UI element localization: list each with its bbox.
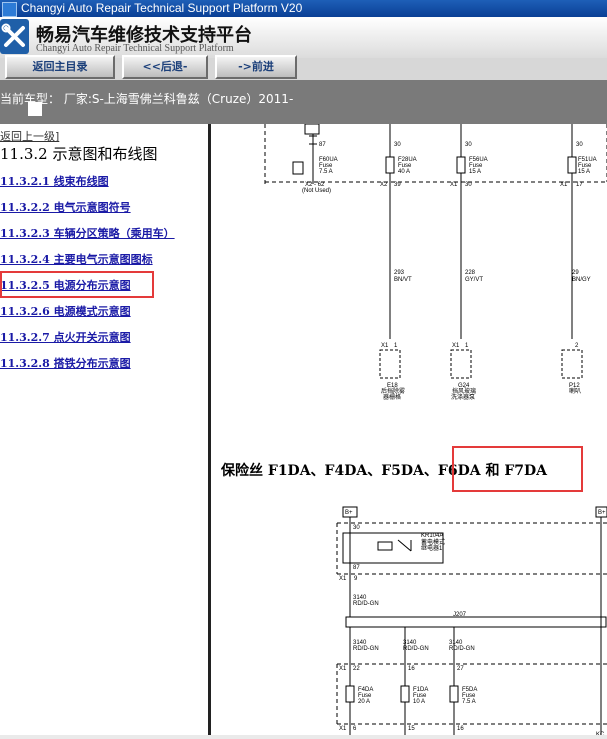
toolbar: 返回主目录 <<后退- ->前进	[0, 55, 607, 80]
svg-text:X1: X1	[339, 726, 347, 732]
svg-text:BN/GY: BN/GY	[572, 277, 591, 283]
svg-text:15 A: 15 A	[578, 169, 590, 175]
sidebar-item-ground[interactable]: 11.3.2.8 搭铁分布示意图	[0, 355, 131, 371]
svg-text:X1: X1	[339, 576, 347, 582]
sidebar-item-harness[interactable]: 11.3.2.1 线束布线图	[0, 173, 109, 189]
pane-divider[interactable]	[208, 124, 211, 739]
highlight-box-fuses	[452, 446, 583, 492]
svg-text:RD/D-GN: RD/D-GN	[449, 646, 475, 652]
svg-text:16: 16	[457, 726, 464, 732]
svg-text:挡风玻璃: 挡风玻璃	[452, 387, 476, 395]
svg-text:器栅格: 器栅格	[383, 393, 401, 401]
svg-text:30: 30	[576, 142, 583, 148]
svg-text:40 A: 40 A	[398, 169, 410, 175]
svg-text:9: 9	[354, 576, 358, 582]
svg-text:87: 87	[353, 565, 360, 571]
highlight-box-sidebar	[0, 271, 154, 298]
svg-text:29: 29	[572, 270, 579, 276]
svg-text:228: 228	[465, 270, 476, 276]
svg-text:39: 39	[394, 182, 401, 188]
svg-text:KR104A: KR104A	[421, 533, 443, 539]
svg-text:27: 27	[457, 666, 464, 672]
svg-text:(Not Used): (Not Used)	[302, 188, 331, 194]
svg-text:RD/D-GN: RD/D-GN	[353, 601, 379, 607]
window-titlebar: Changyi Auto Repair Technical Support Pl…	[0, 0, 607, 17]
svg-text:293: 293	[394, 270, 405, 276]
svg-text:RD/D-GN: RD/D-GN	[403, 646, 429, 652]
svg-text:10 A: 10 A	[413, 699, 425, 705]
svg-text:30: 30	[465, 182, 472, 188]
back-to-parent-link[interactable]: 返回上一级]	[0, 128, 59, 144]
forward-button[interactable]: ->前进	[215, 55, 297, 79]
svg-text:30: 30	[353, 525, 360, 531]
section-title: 11.3.2 示意图和布线图	[0, 145, 158, 163]
svg-text:20 A: 20 A	[358, 699, 370, 705]
app-icon	[2, 2, 17, 17]
app-subtitle: Changyi Auto Repair Technical Support Pl…	[36, 43, 234, 54]
svg-text:7.5 A: 7.5 A	[462, 699, 476, 705]
back-button[interactable]: <<后退-	[122, 55, 208, 79]
battery-label: B+	[345, 510, 353, 516]
svg-text:30: 30	[465, 142, 472, 148]
svg-text:X1: X1	[560, 182, 568, 188]
svg-text:30: 30	[394, 142, 401, 148]
svg-text:B+: B+	[598, 510, 606, 516]
svg-text:继电器1: 继电器1	[421, 544, 443, 552]
svg-text:X1: X1	[450, 182, 458, 188]
svg-text:2: 2	[575, 343, 579, 349]
sidebar-item-power-mode[interactable]: 11.3.2.6 电源模式示意图	[0, 303, 131, 319]
sidebar-item-symbols[interactable]: 11.3.2.2 电气示意图符号	[0, 199, 131, 215]
svg-text:GY/VT: GY/VT	[465, 277, 483, 283]
svg-text:X1: X1	[452, 343, 460, 349]
svg-text:蓄电模式: 蓄电模式	[421, 538, 445, 546]
svg-text:后挡除雾: 后挡除雾	[381, 387, 405, 395]
svg-text:X2: X2	[380, 182, 388, 188]
svg-text:洗涤器泵: 洗涤器泵	[451, 393, 475, 401]
svg-text:7.5 A: 7.5 A	[319, 169, 333, 175]
window-title: Changyi Auto Repair Technical Support Pl…	[21, 1, 303, 15]
sidebar	[0, 124, 208, 739]
svg-text:6: 6	[353, 726, 357, 732]
sidebar-item-icons[interactable]: 11.3.2.4 主要电气示意图图标	[0, 251, 153, 267]
svg-text:15: 15	[408, 726, 415, 732]
vehicle-select-box[interactable]	[28, 102, 42, 116]
sidebar-item-zoning[interactable]: 11.3.2.3 车辆分区策略（乘用车）	[0, 225, 175, 241]
svg-text:87: 87	[319, 142, 326, 148]
wiring-diagram: 87 30 30 30 F60UAFuse7.5 A F28UAFuse40 A…	[264, 124, 607, 739]
wrench-logo-icon	[0, 19, 29, 54]
svg-text:1: 1	[465, 343, 469, 349]
svg-text:16: 16	[408, 666, 415, 672]
svg-text:BN/VT: BN/VT	[394, 277, 412, 283]
home-button[interactable]: 返回主目录	[5, 55, 115, 79]
vehicle-info-text: 当前车型： 厂家:S-上海雪佛兰科鲁兹（Cruze）2011-	[0, 92, 294, 106]
svg-text:15 A: 15 A	[469, 169, 481, 175]
svg-text:17: 17	[576, 182, 583, 188]
svg-text:X1: X1	[339, 666, 347, 672]
horizontal-scrollbar[interactable]	[0, 735, 607, 739]
svg-text:J207: J207	[453, 612, 467, 618]
svg-text:X1: X1	[381, 343, 389, 349]
sidebar-item-ignition[interactable]: 11.3.2.7 点火开关示意图	[0, 329, 131, 345]
svg-text:RD/D-GN: RD/D-GN	[353, 646, 379, 652]
svg-text:喇叭: 喇叭	[569, 387, 581, 395]
svg-text:1: 1	[394, 343, 398, 349]
svg-text:22: 22	[353, 666, 360, 672]
